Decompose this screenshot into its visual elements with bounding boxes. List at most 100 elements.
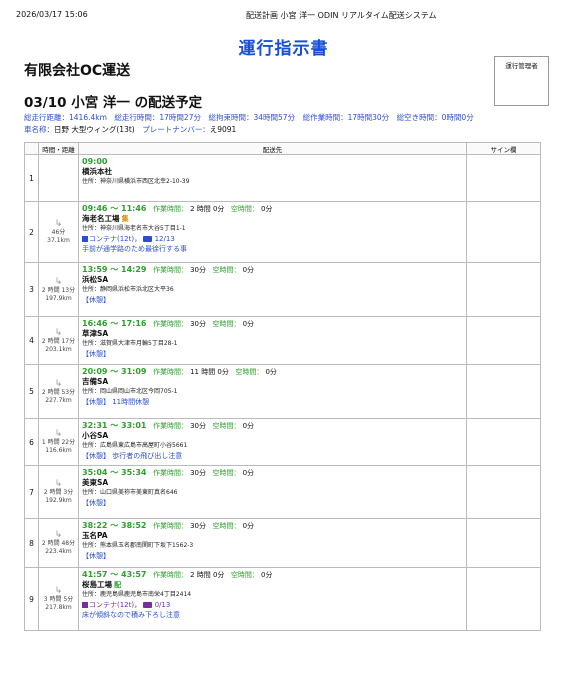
signature-cell[interactable] (466, 465, 541, 519)
cargo-line: コンテナ(12t)， 0/13 (82, 600, 463, 610)
free-time-label: 空時間： (212, 469, 241, 477)
stop-type-badge: 集 (121, 215, 129, 223)
leg-info: ↳ 2 時間 53分 227.7km (38, 364, 79, 419)
leg-info: ↳ 2 時間 13分 197.9km (38, 262, 79, 317)
col-signature: サイン欄 (466, 142, 541, 155)
leg-duration: 3 時間 5分 (43, 596, 74, 603)
truck-icon (143, 236, 153, 242)
stop-note: 手前が通学路のため最徐行する事 (82, 245, 187, 253)
leg-distance: 197.9km (45, 294, 72, 302)
print-datetime: 2026/03/17 15:06 (16, 10, 88, 19)
stop-address: 住所：熊本県玉名郡南関町下坂下1562-3 (82, 542, 194, 549)
destination-cell: 35:04 ～ 35:34 作業時間： 30分 空時間： 0分 美東SA 住所：山口… (78, 465, 467, 519)
cargo-type: コンテナ(12t)， (89, 601, 142, 609)
leg-info: ↳ 1 時間 22分 116.6km (38, 418, 79, 466)
stop-number: 8 (24, 518, 39, 568)
stop-number: 5 (24, 364, 39, 419)
work-time-value: 30分 (190, 522, 206, 530)
arrow-icon: ↳ (54, 219, 63, 229)
stop-note: 【休憩】 11時間休憩 (82, 398, 150, 406)
vehicle-name: 日野 大型ウィング(13t) (54, 125, 135, 134)
truck-icon (143, 602, 153, 608)
plate-label: プレートナンバー： (142, 125, 210, 134)
manager-stamp-box: 運行管理者 (494, 56, 549, 106)
container-icon (82, 236, 88, 242)
stop-time: 16:46 ～ 17:16 (82, 319, 147, 328)
col-no (24, 142, 39, 155)
leg-distance: 217.8km (45, 604, 72, 611)
free-time-value: 0分 (242, 469, 255, 477)
page-title: 運行指示書 (238, 39, 329, 59)
stop-note: 【休憩】 (82, 296, 110, 304)
free-time-value: 0分 (242, 320, 255, 328)
destination-cell: 09:00 横浜本社 住所：神奈川県横浜市西区北幸2-10-39 (78, 154, 467, 202)
stop-name: 小谷SA (82, 431, 109, 440)
stop-address: 住所：岡山県岡山市北区今岡705-1 (82, 388, 178, 395)
stop-number: 7 (24, 465, 39, 519)
table-row: 9 ↳ 3 時間 5分 217.8km 41:57 ～ 43:57 作業時間： 2 時間… (24, 567, 541, 631)
stop-number: 2 (24, 201, 39, 263)
stop-number: 6 (24, 418, 39, 466)
free-time-value: 0分 (265, 368, 277, 376)
col-time-distance: 時間・距離 (38, 142, 79, 155)
free-time-value: 0分 (242, 522, 255, 530)
leg-duration: 2 時間 13分 (41, 286, 76, 294)
leg-distance: 223.4km (45, 548, 72, 555)
stop-address: 住所：静岡県浜松市浜北区大平36 (82, 286, 174, 293)
route-table: 時間・距離 配送先 サイン欄 1 09:00 横浜本社 住所：神奈川県横浜市西区北幸2… (24, 142, 541, 631)
free-time-label: 空時間： (212, 266, 241, 274)
arrow-icon: ↳ (54, 327, 63, 338)
work-time-label: 作業時間： (153, 469, 188, 477)
destination-cell: 13:59 ～ 14:29 作業時間： 30分 空時間： 0分 浜松SA 住所：静岡… (78, 262, 467, 317)
work-time-label: 作業時間： (153, 205, 188, 213)
arrow-icon: ↳ (54, 378, 63, 389)
stop-address: 住所：神奈川県横浜市西区北幸2-10-39 (82, 178, 190, 185)
vehicle-label: 車名称： (24, 125, 54, 134)
table-row: 6 ↳ 1 時間 22分 116.6km 32:31 ～ 33:01 作業時間： 30分… (24, 418, 541, 466)
cargo-count: 0/13 (154, 601, 171, 609)
stop-time: 35:04 ～ 35:34 (82, 468, 147, 477)
leg-distance: 203.1km (45, 345, 72, 353)
stop-name: 横浜本社 (82, 167, 112, 176)
free-time-label: 空時間： (230, 571, 259, 579)
stop-name: 玉名PA (82, 531, 108, 540)
signature-cell[interactable] (466, 364, 541, 419)
table-row: 2 ↳ 46分 37.1km 09:46 ～ 11:46 作業時間： 2 時間 0分 空… (24, 201, 541, 263)
signature-cell[interactable] (466, 154, 541, 202)
free-time-label: 空時間： (212, 522, 241, 530)
cargo-line: コンテナ(12t)， 12/13 (82, 234, 463, 244)
summary-stats: 総走行距離：1416.4km 総走行時間：17時間27分 総拘束時間：34時間5… (24, 113, 474, 122)
work-time-label: 作業時間： (153, 422, 188, 430)
company-name: 有限会社OC運送 (24, 63, 131, 79)
work-time-value: 30分 (190, 422, 206, 430)
signature-cell[interactable] (466, 201, 541, 263)
leg-duration: 2 時間 48分 (41, 540, 76, 547)
destination-cell: 09:46 ～ 11:46 作業時間： 2 時間 0分 空時間： 0分 海老名工場… (78, 201, 467, 263)
stop-number: 9 (24, 567, 39, 631)
stop-number: 1 (24, 154, 39, 202)
signature-cell[interactable] (466, 567, 541, 631)
leg-duration: 2 時間 17分 (41, 337, 76, 345)
stop-time: 32:31 ～ 33:01 (82, 421, 147, 430)
arrow-icon: ↳ (54, 479, 63, 489)
leg-info (38, 154, 79, 202)
work-time-value: 2 時間 0分 (190, 571, 225, 579)
signature-cell[interactable] (466, 262, 541, 317)
stop-type-badge: 配 (114, 581, 122, 589)
arrow-icon: ↳ (54, 530, 63, 540)
system-title: 配送計画 小宮 洋一 ODIN リアルタイム配送システム (246, 11, 437, 20)
manager-label: 運行管理者 (505, 62, 538, 70)
work-time-value: 30分 (190, 320, 206, 328)
signature-cell[interactable] (466, 316, 541, 365)
leg-distance: 37.1km (47, 237, 70, 244)
work-time-label: 作業時間： (153, 571, 188, 579)
stop-name: 海老名工場 (82, 214, 120, 223)
cargo-count: 12/13 (154, 235, 175, 243)
print-header: 2026/03/17 15:06 配送計画 小宮 洋一 ODIN リアルタイム配… (16, 10, 551, 22)
signature-cell[interactable] (466, 418, 541, 466)
work-time-value: 2 時間 0分 (190, 205, 225, 213)
leg-duration: 46分 (51, 229, 66, 236)
signature-cell[interactable] (466, 518, 541, 568)
plate-number: え9091 (209, 125, 237, 134)
table-row: 8 ↳ 2 時間 48分 223.4km 38:22 ～ 38:52 作業時間： 30分… (24, 518, 541, 568)
